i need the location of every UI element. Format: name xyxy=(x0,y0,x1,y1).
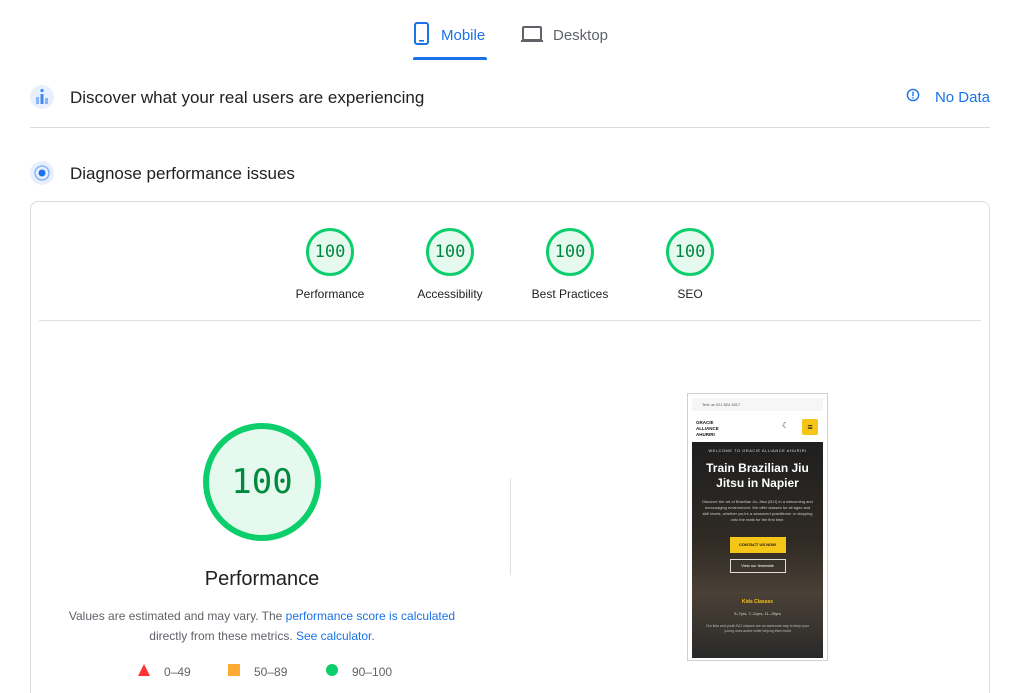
screenshot-cta: CONTACT US NOW xyxy=(729,537,786,553)
screenshot-nav: GRACIE ALLIANCE AHURIRI ☾ ≡ xyxy=(692,414,823,440)
gauge-label: SEO xyxy=(677,287,703,301)
gauge-label: Best Practices xyxy=(531,287,609,301)
screenshot-paragraph: Discover the art of Brazilian Jiu-Jitsu … xyxy=(702,499,813,522)
active-tab-indicator xyxy=(413,57,487,60)
gauge-score: 100 xyxy=(554,242,586,262)
gauge-ring: 100 xyxy=(426,228,474,276)
gauge-best-practices[interactable]: 100 Best Practices xyxy=(520,228,620,302)
tab-mobile-label: Mobile xyxy=(441,27,486,44)
lab-data-icon xyxy=(30,161,54,185)
gauge-seo[interactable]: 100 SEO xyxy=(640,228,740,302)
gauge-label: Performance xyxy=(295,287,365,301)
no-data-link[interactable]: No Data xyxy=(906,88,990,108)
score-calculated-link[interactable]: performance score is calculated xyxy=(286,609,455,623)
score-legend: 0–49 50–89 90–100 xyxy=(138,664,438,680)
performance-big-gauge: 100 xyxy=(203,423,321,541)
legend-pass: 90–100 xyxy=(326,664,392,679)
hamburger-icon: ≡ xyxy=(802,419,818,435)
estimate-text-2: directly from these metrics. xyxy=(149,629,296,643)
field-data-icon xyxy=(30,85,54,109)
tab-desktop-label: Desktop xyxy=(553,27,609,44)
circle-icon xyxy=(326,664,338,679)
lab-data-section: Diagnose performance issues xyxy=(30,156,990,192)
legend-average-range: 50–89 xyxy=(254,664,288,679)
device-tabs: Mobile Desktop xyxy=(0,0,1018,62)
legend-fail: 0–49 xyxy=(138,664,191,679)
legend-fail-range: 0–49 xyxy=(164,664,191,679)
field-data-section: Discover what your real users are experi… xyxy=(30,80,990,128)
gauge-accessibility[interactable]: 100 Accessibility xyxy=(400,228,500,302)
gauge-score: 100 xyxy=(674,242,706,262)
estimate-text-1: Values are estimated and may vary. The xyxy=(68,609,286,623)
gauge-ring: 100 xyxy=(546,228,594,276)
screenshot-top-bar: Text us 021 824 4517 xyxy=(692,398,823,411)
legend-average: 50–89 xyxy=(228,664,287,679)
triangle-icon xyxy=(138,664,150,679)
no-data-label: No Data xyxy=(934,89,990,106)
gauge-label: Accessibility xyxy=(417,287,483,301)
final-screenshot[interactable]: Text us 021 824 4517 GRACIE ALLIANCE AHU… xyxy=(687,393,828,661)
gauge-performance[interactable]: 100 Performance xyxy=(280,228,380,302)
tab-mobile[interactable]: Mobile xyxy=(413,22,487,62)
lab-data-title: Diagnose performance issues xyxy=(70,164,295,183)
screenshot-kids: Kids Classes xyxy=(741,599,774,605)
screenshot-hero: WELCOME TO GRACIE ALLIANCE AHURIRI Train… xyxy=(692,442,823,658)
gauge-score: 100 xyxy=(314,242,346,262)
square-icon xyxy=(228,664,240,679)
info-icon xyxy=(906,88,920,108)
gauge-ring: 100 xyxy=(666,228,714,276)
smartphone-icon xyxy=(413,22,431,51)
screenshot-ages: 5–7yrs, 7–11yrs, 11–15yrs xyxy=(734,611,781,616)
gauges-divider xyxy=(39,320,981,321)
estimate-note: Values are estimated and may vary. The p… xyxy=(51,606,473,646)
laptop-icon xyxy=(521,22,543,51)
moon-icon: ☾ xyxy=(782,421,790,430)
score-gauges: 100 Performance 100 Accessibility 100 Be… xyxy=(31,228,989,308)
gauge-score: 100 xyxy=(434,242,466,262)
see-calculator-link[interactable]: See calculator xyxy=(296,629,371,643)
field-data-title: Discover what your real users are experi… xyxy=(70,88,425,107)
screenshot-logo: GRACIE ALLIANCE AHURIRI xyxy=(696,420,719,437)
screenshot-welcome: WELCOME TO GRACIE ALLIANCE AHURIRI xyxy=(708,448,807,453)
gauge-ring: 100 xyxy=(306,228,354,276)
screenshot-timetable: View our timetable xyxy=(729,559,786,573)
tab-desktop[interactable]: Desktop xyxy=(521,22,611,62)
performance-big-score: 100 xyxy=(231,462,293,502)
lab-report-card: 100 Performance 100 Accessibility 100 Be… xyxy=(30,201,990,693)
screenshot-heading: Train Brazilian Jiu Jitsu in Napier xyxy=(706,461,809,490)
performance-title: Performance xyxy=(204,568,320,590)
legend-pass-range: 90–100 xyxy=(352,664,393,679)
screenshot-footer: Our kids and youth BJJ classes are an aw… xyxy=(705,624,810,633)
estimate-text-3: . xyxy=(371,629,375,643)
vertical-divider xyxy=(510,478,511,575)
